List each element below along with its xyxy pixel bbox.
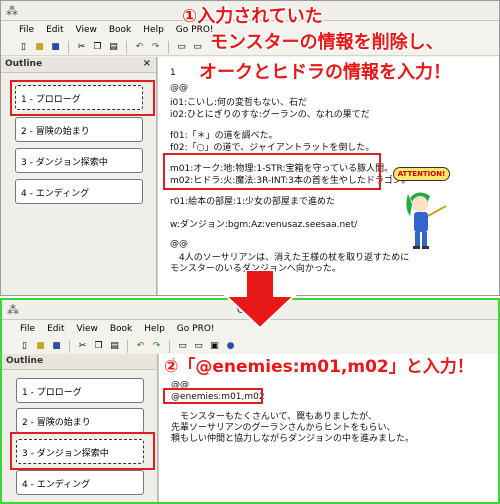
open-folder-icon[interactable]: ■ [33,41,46,54]
chapter-item[interactable]: 1 - プロローグ [16,378,144,403]
editor-line: 頼もしい仲間と協力しながらダンジョンの中を進みました。 [171,434,415,444]
menu-edit[interactable]: Edit [47,324,64,334]
chapter-item[interactable]: 4 - エンディング [15,179,143,204]
line-number: 1 [170,68,176,78]
menu-edit[interactable]: Edit [46,25,63,35]
annotation-step1-line3: オークとヒドラの情報を入力！ [199,62,451,83]
save-icon[interactable]: ■ [50,340,63,353]
annotation-step1-line2: モンスターの情報を削除し、 [210,32,444,53]
menu-file[interactable]: File [20,324,35,334]
editor-line: @@ [170,83,188,93]
save-icon[interactable]: ■ [49,41,62,54]
editor-line: i02:ひとにぎりのすな:グーランの、なれの果てだ [170,110,370,120]
undo-icon[interactable]: ↶ [134,340,147,353]
attention-bubble: ATTENTION! [393,167,450,181]
toolbar-separator [169,339,170,353]
outline-header: Outline [2,354,157,370]
paste-icon[interactable]: ▤ [108,340,121,353]
app-icon[interactable]: ⁂ [6,4,18,18]
outline-label: Outline [5,59,43,69]
paste-icon[interactable]: ▤ [107,41,120,54]
chapter-item[interactable]: 3 - ダンジョン探索中 [15,148,143,173]
undo-icon[interactable]: ↶ [133,41,146,54]
mascot-character-icon [406,192,447,249]
close-icon[interactable]: × [143,58,151,69]
redo-icon[interactable]: ↷ [149,41,162,54]
annotation-step2: ②「@enemies:m01,m02」と入力！ [164,357,474,377]
editor-line: @@ [170,239,188,249]
copy-icon[interactable]: ❐ [91,41,104,54]
menu-view[interactable]: View [76,25,97,35]
cut-icon[interactable]: ✂ [75,41,88,54]
cut-icon[interactable]: ✂ [76,340,89,353]
menu-help[interactable]: Help [144,324,165,334]
highlight-box-chapter-1 [10,80,155,116]
menu-book[interactable]: Book [109,25,131,35]
open-folder-icon[interactable]: ■ [34,340,47,353]
highlight-box-enemies-line [163,388,263,404]
toolbar-separator [68,40,69,54]
window-icon[interactable]: ▭ [175,41,188,54]
new-file-icon[interactable]: ▯ [17,41,30,54]
menu-go-pro[interactable]: Go PRO! [177,324,215,334]
new-file-icon[interactable]: ▯ [18,340,31,353]
window-alt-icon[interactable]: ▭ [191,41,204,54]
chapter-item[interactable]: 2 - 冒険の始まり [16,408,144,433]
editor-line: r01:絵本の部屋:1:少女の部屋まで進めた [170,197,335,207]
menu-view[interactable]: View [77,324,98,334]
outline-label: Outline [6,356,44,366]
toolbar-separator [127,339,128,353]
outline-panel: Outline 1 - プロローグ 2 - 冒険の始まり 3 - ダンジョン探索… [2,354,158,502]
highlight-box-monster-lines [163,153,381,190]
help-icon[interactable]: ● [224,340,237,353]
copy-icon[interactable]: ❐ [92,340,105,353]
menu-help[interactable]: Help [143,25,164,35]
menu-book[interactable]: Book [110,324,132,334]
menu-file[interactable]: File [19,25,34,35]
highlight-box-chapter-3 [10,432,155,470]
window-icon[interactable]: ▭ [176,340,189,353]
window-alt-icon[interactable]: ▭ [192,340,205,353]
chapter-item[interactable]: 4 - エンディング [16,470,144,495]
annotation-step1-line1: ①入力されていた [182,6,323,27]
redo-icon[interactable]: ↷ [150,340,163,353]
down-arrow-icon [223,270,297,330]
toolbar-separator [126,40,127,54]
chapter-item[interactable]: 2 - 冒険の始まり [15,117,143,142]
toolbar-separator [168,40,169,54]
toolbar-separator [69,339,70,353]
editor-line: w:ダンジョン:bgm:Az:venusaz.seesaa.net/ [170,220,358,230]
layout-icon[interactable]: ▣ [208,340,221,353]
outline-header: Outline × [1,57,156,73]
editor-line: f02:「○」の道で、ジャイアントラットを倒した。 [170,143,375,153]
